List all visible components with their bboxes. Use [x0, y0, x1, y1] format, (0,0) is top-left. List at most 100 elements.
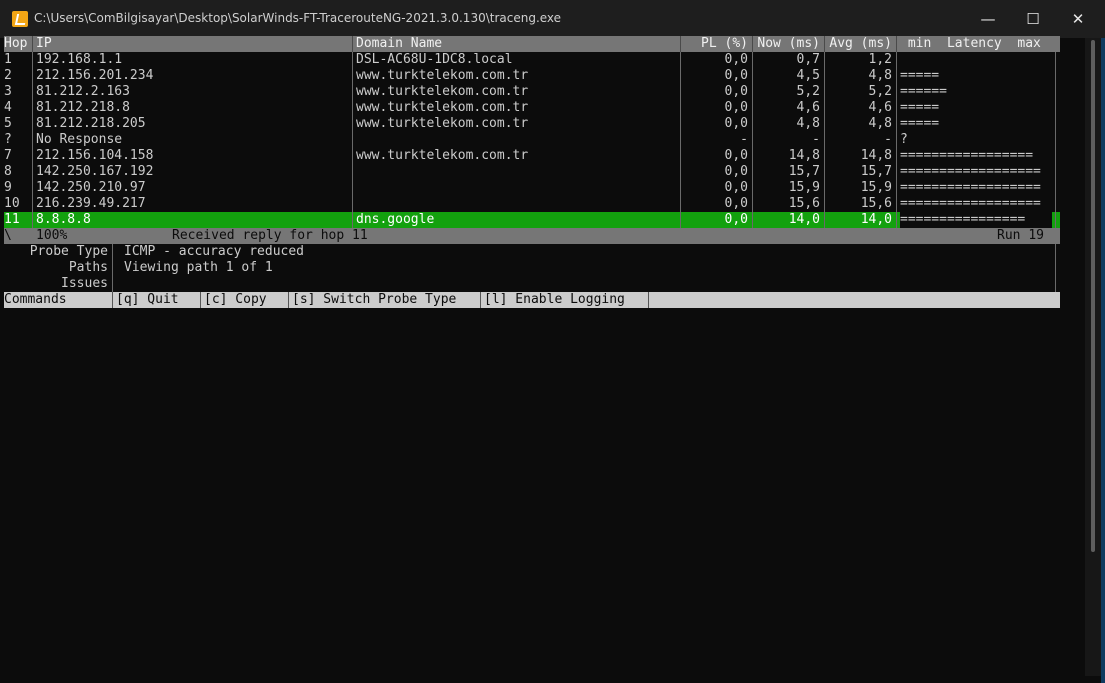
column-separator	[680, 100, 681, 116]
close-button[interactable]: ✕	[1055, 0, 1101, 38]
status-bar: \ 100% Received reply for hop 11 Run 19	[4, 228, 1060, 244]
table-row[interactable]: 8 142.250.167.192 0,0 15,7 15,7 =============…	[4, 164, 1060, 180]
table-row[interactable]: 11 8.8.8.8 dns.google 0,0 14,0 14,0 ==========…	[4, 212, 1060, 228]
title-bar[interactable]: C:\Users\ComBilgisayar\Desktop\SolarWind…	[0, 0, 1105, 38]
column-separator	[32, 180, 33, 196]
table-row[interactable]: 9 142.250.210.97 0,0 15,9 15,9 ==============…	[4, 180, 1060, 196]
info-probe-type: Probe Type ICMP - accuracy reduced	[4, 244, 1060, 260]
column-separator	[352, 116, 353, 132]
packet-loss: 0,0	[724, 68, 748, 83]
column-separator	[352, 132, 353, 148]
column-separator	[680, 116, 681, 132]
enable-logging-command[interactable]: [l] Enable Logging	[484, 292, 648, 308]
ip-address: 142.250.210.97	[36, 180, 146, 195]
latency-now: 4,6	[796, 100, 820, 115]
table-row[interactable]: ? No Response - - -?	[4, 132, 1060, 148]
column-separator	[680, 68, 681, 84]
ip-address: 212.156.104.158	[36, 148, 154, 163]
latency-now: 0,7	[796, 52, 820, 67]
column-separator	[32, 212, 33, 228]
minimize-button[interactable]: —	[965, 0, 1011, 38]
hop-number: 9	[4, 180, 12, 195]
column-separator	[752, 180, 753, 196]
column-separator	[752, 148, 753, 164]
packet-loss: 0,0	[724, 100, 748, 115]
switch-probe-type-command[interactable]: [s] Switch Probe Type	[292, 292, 480, 308]
status-message: Received reply for hop 11	[172, 228, 368, 243]
hop-number: ?	[4, 132, 12, 147]
table-header: Hop IP Domain Name PL (%) Now (ms) Avg (…	[4, 36, 1060, 52]
column-separator	[896, 52, 897, 68]
terminal-area[interactable]: Hop IP Domain Name PL (%) Now (ms) Avg (…	[4, 36, 1060, 308]
ip-address: 81.212.2.163	[36, 84, 130, 99]
hop-number: 11	[4, 212, 20, 227]
column-separator	[32, 84, 33, 100]
latency-avg: 4,8	[868, 116, 892, 131]
column-separator	[1055, 68, 1056, 84]
column-separator	[896, 164, 897, 180]
table-row[interactable]: 1 192.168.1.1 DSL-AC68U-1DC8.local 0,0 0,7 1,…	[4, 52, 1060, 68]
column-separator	[352, 84, 353, 100]
column-separator	[352, 164, 353, 180]
info-value: ICMP - accuracy reduced	[124, 244, 305, 259]
column-separator	[1055, 164, 1056, 180]
column-separator	[824, 132, 825, 148]
latency-avg: 15,6	[860, 196, 892, 211]
ip-address: 81.212.218.205	[36, 116, 146, 131]
column-separator	[896, 180, 897, 196]
latency-avg: 4,6	[868, 100, 892, 115]
progress-percent: 100%	[36, 228, 68, 243]
domain-name: www.turktelekom.com.tr	[356, 100, 529, 115]
column-separator	[896, 116, 897, 132]
latency-bar: =====	[900, 68, 940, 83]
column-separator	[824, 100, 825, 116]
column-separator	[896, 68, 897, 84]
packet-loss: 0,0	[724, 196, 748, 211]
hop-number: 2	[4, 68, 12, 83]
header-domain: Domain Name	[356, 36, 443, 51]
column-separator	[352, 196, 353, 212]
ip-address: 212.156.201.234	[36, 68, 154, 83]
table-row[interactable]: 10 216.239.49.217 0,0 15,6 15,6 =============…	[4, 196, 1060, 212]
latency-bar: =====	[900, 100, 940, 115]
scrollbar-thumb[interactable]	[1091, 40, 1095, 552]
column-separator	[824, 148, 825, 164]
info-value: Viewing path 1 of 1	[124, 260, 273, 275]
quit-command[interactable]: [q] Quit	[116, 292, 200, 308]
table-row[interactable]: 7 212.156.104.158 www.turktelekom.com.tr 0,…	[4, 148, 1060, 164]
column-separator	[824, 196, 825, 212]
ip-address: No Response	[36, 132, 123, 147]
table-row[interactable]: 4 81.212.218.8 www.turktelekom.com.tr 0,0 4,…	[4, 100, 1060, 116]
latency-now: -	[812, 132, 820, 147]
window-title: C:\Users\ComBilgisayar\Desktop\SolarWind…	[34, 11, 562, 25]
column-separator	[896, 212, 897, 228]
latency-bar: ================	[900, 212, 1052, 228]
column-separator	[1055, 196, 1056, 212]
run-counter: Run 19	[997, 228, 1044, 243]
column-separator	[752, 84, 753, 100]
table-row[interactable]: 5 81.212.218.205 www.turktelekom.com.tr 0,0…	[4, 116, 1060, 132]
column-separator	[824, 212, 825, 228]
ip-address: 8.8.8.8	[36, 212, 91, 227]
column-separator	[1055, 116, 1056, 132]
column-separator	[680, 212, 681, 228]
table-row[interactable]: 2 212.156.201.234 www.turktelekom.com.tr 0,…	[4, 68, 1060, 84]
column-separator	[896, 148, 897, 164]
domain-name: www.turktelekom.com.tr	[356, 68, 529, 83]
info-value	[124, 276, 624, 292]
copy-command[interactable]: [c] Copy	[204, 292, 288, 308]
domain-name	[356, 164, 680, 180]
packet-loss: 0,0	[724, 148, 748, 163]
table-row[interactable]: 3 81.212.2.163 www.turktelekom.com.tr 0,0 5,…	[4, 84, 1060, 100]
column-separator	[680, 84, 681, 100]
column-separator	[752, 100, 753, 116]
latency-now: 14,8	[788, 148, 820, 163]
info-label: Paths	[68, 260, 108, 275]
maximize-button[interactable]: ☐	[1010, 0, 1056, 38]
column-separator	[32, 132, 33, 148]
column-separator	[352, 148, 353, 164]
domain-name	[356, 180, 680, 196]
header-latency: min Latency max	[900, 36, 1041, 51]
column-separator	[752, 116, 753, 132]
packet-loss: 0,0	[724, 84, 748, 99]
